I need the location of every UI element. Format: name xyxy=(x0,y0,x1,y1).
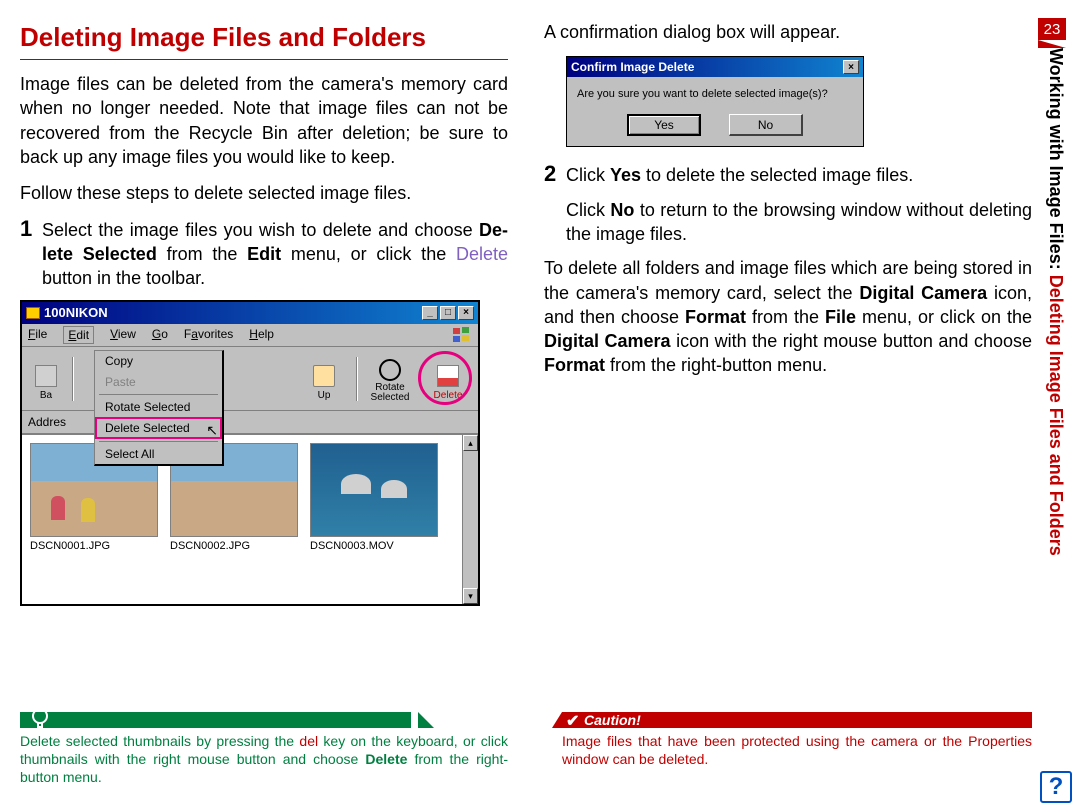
dialog-message: Are you sure you want to delete selected… xyxy=(577,87,853,102)
titlebar: 100NIKON _ □ × xyxy=(22,302,478,324)
caution-label: Caution! xyxy=(584,712,641,728)
text: from the xyxy=(157,244,247,264)
label: Ba xyxy=(40,389,52,403)
text-bold: Yes xyxy=(610,165,641,185)
follow-para: Follow these steps to delete selected im… xyxy=(20,181,508,205)
up-button[interactable]: Up xyxy=(298,353,350,405)
text: Click xyxy=(566,200,610,220)
thumbnail[interactable]: DSCN0003.MOV xyxy=(310,443,440,596)
folder-icon xyxy=(26,307,40,319)
menu-view[interactable]: View xyxy=(110,326,136,344)
thumbnail-area: DSCN0001.JPG DSCN0002.JPG DSCN0003.MOV ▴… xyxy=(22,434,478,604)
text-link: Delete xyxy=(456,244,508,264)
text-bold: Format xyxy=(685,307,746,327)
bulb-icon xyxy=(28,706,52,730)
menu-go[interactable]: Go xyxy=(152,326,168,344)
menu-file[interactable]: File xyxy=(28,326,47,344)
rotate-button[interactable]: Rotate Selected xyxy=(364,353,416,405)
scroll-up-icon[interactable]: ▴ xyxy=(463,435,478,451)
windows-logo-icon xyxy=(452,326,472,344)
no-button[interactable]: No xyxy=(729,114,803,136)
browser-window-figure: 100NIKON _ □ × File Edit View Go Favorit… xyxy=(20,300,480,606)
step-2: 2 Click Yes to delete the selected image… xyxy=(544,163,1032,246)
menu-item-copy[interactable]: Copy xyxy=(95,351,222,371)
cursor-icon: ↖ xyxy=(206,421,218,440)
section-tab-title: Deleting Image Files and Folders xyxy=(1046,275,1066,556)
menu-item-select-all[interactable]: Select All xyxy=(95,444,222,464)
caution-bar: Caution! xyxy=(562,712,1032,728)
text: to return to the browsing window without… xyxy=(566,200,1032,244)
menu-item-delete-selected[interactable]: Delete Selected↖ xyxy=(95,417,222,439)
yes-button[interactable]: Yes xyxy=(627,114,701,136)
label: Up xyxy=(318,389,331,403)
text-key: del xyxy=(299,733,318,749)
confirm-lead: A confirmation dialog box will appear. xyxy=(544,20,1032,44)
section-tab-prefix: Working with Image Files: xyxy=(1046,48,1066,275)
thumbnail-image xyxy=(310,443,438,537)
scrollbar[interactable]: ▴ ▾ xyxy=(462,435,478,604)
close-button[interactable]: × xyxy=(458,306,474,320)
text: from the right-button menu. xyxy=(605,355,827,375)
back-button[interactable]: Ba xyxy=(26,353,66,405)
check-icon: ✔ xyxy=(566,711,582,727)
intro-para: Image files can be deleted from the came… xyxy=(20,72,508,169)
text: icon with the right mouse button and cho… xyxy=(671,331,1032,351)
caution-note: Image files that have been protected usi… xyxy=(562,732,1032,768)
menu-favorites[interactable]: Favorites xyxy=(184,326,233,344)
scroll-down-icon[interactable]: ▾ xyxy=(463,588,478,604)
page-number: 23 xyxy=(1038,18,1066,40)
thumbnail-caption: DSCN0002.JPG xyxy=(170,539,300,554)
text: Delete selected thumbnails by pressing t… xyxy=(20,733,299,749)
text: menu, or click on the xyxy=(856,307,1032,327)
text: from the xyxy=(746,307,825,327)
text-bold: Format xyxy=(544,355,605,375)
menu-help[interactable]: Help xyxy=(249,326,274,344)
tip-bar xyxy=(20,712,480,728)
minimize-button[interactable]: _ xyxy=(422,306,438,320)
thumbnail-caption: DSCN0003.MOV xyxy=(310,539,440,554)
left-column: Deleting Image Files and Folders Image f… xyxy=(20,20,508,700)
right-column: A confirmation dialog box will appear. C… xyxy=(544,20,1032,700)
text-bold: Edit xyxy=(247,244,281,264)
label: Addres xyxy=(28,414,66,430)
text-bold: Digital Camera xyxy=(544,331,671,351)
close-button[interactable]: × xyxy=(843,60,859,74)
step-number: 1 xyxy=(20,218,34,291)
delete-button[interactable]: Delete xyxy=(422,353,474,405)
step-number: 2 xyxy=(544,163,558,246)
step-1: 1 Select the image files you wish to del… xyxy=(20,218,508,291)
text-bold: Digital Camera xyxy=(859,283,987,303)
text: button in the toolbar. xyxy=(42,268,205,288)
edit-menu-dropdown: Copy Paste Rotate Selected Delete Select… xyxy=(94,350,224,466)
text-bold: No xyxy=(610,200,634,220)
menu-item-paste: Paste xyxy=(95,372,222,392)
label: Rotate Selected xyxy=(364,383,416,403)
confirm-dialog-figure: Confirm Image Delete × Are you sure you … xyxy=(566,56,864,147)
page-title: Deleting Image Files and Folders xyxy=(20,20,508,60)
format-para: To delete all folders and image files wh… xyxy=(544,256,1032,377)
toolbar: Ba Up Rotate Selected Delete xyxy=(22,347,478,411)
text-bold: File xyxy=(825,307,856,327)
window-title: 100NIKON xyxy=(44,305,108,320)
menu-item-rotate-selected[interactable]: Rotate Selected xyxy=(95,397,222,417)
tip-note: Delete selected thumbnails by pressing t… xyxy=(20,732,508,787)
thumbnail-caption: DSCN0001.JPG xyxy=(30,539,160,554)
text: to delete the selected image files. xyxy=(641,165,913,185)
text: menu, or click the xyxy=(281,244,456,264)
menu-edit[interactable]: Edit xyxy=(63,326,94,344)
dialog-titlebar: Confirm Image Delete × xyxy=(567,57,863,77)
text: Click xyxy=(566,165,610,185)
address-bar: Addres xyxy=(22,411,478,434)
menubar: File Edit View Go Favorites Help xyxy=(22,324,478,347)
label: Delete xyxy=(434,389,463,403)
text: Select the image files you wish to delet… xyxy=(42,220,479,240)
maximize-button[interactable]: □ xyxy=(440,306,456,320)
dialog-title: Confirm Image Delete xyxy=(571,59,694,75)
help-icon[interactable]: ? xyxy=(1040,771,1072,803)
section-tab: Working with Image Files: Deleting Image… xyxy=(1038,48,1066,688)
text-bold: Delete xyxy=(365,751,407,767)
